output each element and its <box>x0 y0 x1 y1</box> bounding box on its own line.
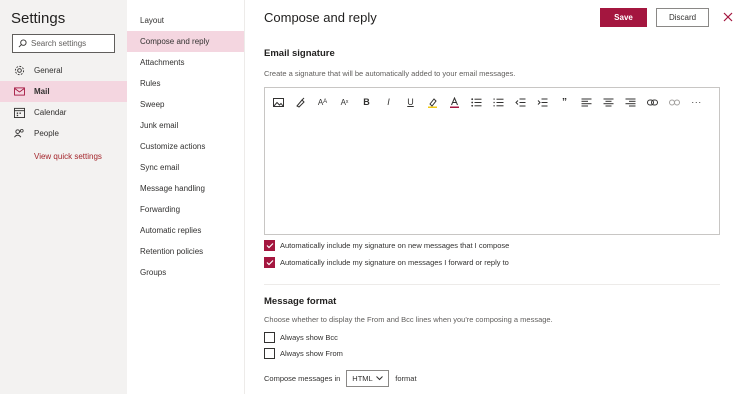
unlink-icon[interactable] <box>669 97 680 108</box>
save-button[interactable]: Save <box>600 8 647 27</box>
message-format-description: Choose whether to display the From and B… <box>264 315 553 324</box>
mail-settings-submenu: Layout Compose and reply Attachments Rul… <box>127 0 245 394</box>
checkbox-checked[interactable] <box>264 257 275 268</box>
font-size-icon[interactable]: AA <box>317 97 328 108</box>
compose-format-select[interactable]: HTML <box>346 370 390 387</box>
always-show-bcc-option[interactable]: Always show Bcc <box>264 332 338 343</box>
submenu-item-retention-policies[interactable]: Retention policies <box>127 241 244 262</box>
checkbox-checked[interactable] <box>264 240 275 251</box>
nav-item-label: General <box>34 66 63 75</box>
submenu-item-layout[interactable]: Layout <box>127 10 244 31</box>
more-icon[interactable]: ··· <box>691 97 702 108</box>
highlight-icon[interactable] <box>427 97 438 108</box>
people-icon <box>13 128 25 140</box>
checkbox-label: Automatically include my signature on me… <box>280 258 509 267</box>
search-icon <box>18 39 27 48</box>
submenu-item-forwarding[interactable]: Forwarding <box>127 199 244 220</box>
submenu-item-attachments[interactable]: Attachments <box>127 52 244 73</box>
nav-item-general[interactable]: General <box>0 60 127 81</box>
signature-editor[interactable]: AA Ax B I U ” ··· <box>264 87 720 235</box>
submenu-item-customize-actions[interactable]: Customize actions <box>127 136 244 157</box>
quote-icon[interactable]: ” <box>559 97 570 108</box>
submenu-item-sync-email[interactable]: Sync email <box>127 157 244 178</box>
align-center-icon[interactable] <box>603 97 614 108</box>
close-icon[interactable] <box>721 10 735 24</box>
bold-icon[interactable]: B <box>361 97 372 108</box>
increase-indent-icon[interactable] <box>537 97 548 108</box>
compose-format-row: Compose messages in HTML format <box>264 370 417 387</box>
mail-icon <box>13 86 25 98</box>
decrease-indent-icon[interactable] <box>515 97 526 108</box>
submenu-item-rules[interactable]: Rules <box>127 73 244 94</box>
always-show-from-option[interactable]: Always show From <box>264 348 343 359</box>
checkbox-unchecked[interactable] <box>264 348 275 359</box>
bullets-icon[interactable] <box>471 97 482 108</box>
submenu-item-sweep[interactable]: Sweep <box>127 94 244 115</box>
view-quick-settings-link[interactable]: View quick settings <box>34 152 102 161</box>
align-right-icon[interactable] <box>625 97 636 108</box>
superscript-icon[interactable]: Ax <box>339 97 350 108</box>
nav-item-label: Calendar <box>34 108 67 117</box>
underline-icon[interactable]: U <box>405 97 416 108</box>
image-icon[interactable] <box>273 97 284 108</box>
compose-format-prefix: Compose messages in <box>264 374 341 383</box>
checkbox-label: Always show Bcc <box>280 333 338 342</box>
search-settings-input[interactable]: Search settings <box>12 34 115 53</box>
email-signature-heading: Email signature <box>264 48 335 59</box>
gear-icon <box>13 65 25 77</box>
numbering-icon[interactable] <box>493 97 504 108</box>
compose-format-suffix: format <box>395 374 417 383</box>
compose-reply-panel: Compose and reply Save Discard Email sig… <box>245 0 740 394</box>
format-painter-icon[interactable] <box>295 97 306 108</box>
nav-item-calendar[interactable]: Calendar <box>0 102 127 123</box>
align-left-icon[interactable] <box>581 97 592 108</box>
font-color-icon[interactable] <box>449 96 460 108</box>
compose-format-value: HTML <box>352 374 373 383</box>
search-placeholder: Search settings <box>31 39 87 48</box>
nav-item-people[interactable]: People <box>0 123 127 144</box>
checkbox-label: Automatically include my signature on ne… <box>280 241 510 250</box>
calendar-icon <box>13 107 25 119</box>
submenu-item-message-handling[interactable]: Message handling <box>127 178 244 199</box>
nav-item-label: People <box>34 129 59 138</box>
checkbox-unchecked[interactable] <box>264 332 275 343</box>
submenu-item-compose-and-reply[interactable]: Compose and reply <box>127 31 244 52</box>
settings-title: Settings <box>11 10 66 27</box>
chevron-down-icon <box>376 376 384 381</box>
message-format-heading: Message format <box>264 296 337 307</box>
signature-forward-reply-option[interactable]: Automatically include my signature on me… <box>264 257 509 268</box>
submenu-item-groups[interactable]: Groups <box>127 262 244 283</box>
checkbox-label: Always show From <box>280 349 343 358</box>
nav-item-mail[interactable]: Mail <box>0 81 127 102</box>
italic-icon[interactable]: I <box>383 97 394 108</box>
signature-new-messages-option[interactable]: Automatically include my signature on ne… <box>264 240 509 251</box>
email-signature-description: Create a signature that will be automati… <box>264 69 516 78</box>
editor-toolbar: AA Ax B I U ” ··· <box>273 95 713 109</box>
discard-button[interactable]: Discard <box>656 8 709 27</box>
link-icon[interactable] <box>647 97 658 108</box>
submenu-item-junk-email[interactable]: Junk email <box>127 115 244 136</box>
section-divider <box>264 284 720 285</box>
nav-item-label: Mail <box>34 87 50 96</box>
page-title: Compose and reply <box>264 10 377 25</box>
settings-nav-pane: Settings Search settings General Mail Ca… <box>0 0 127 394</box>
submenu-item-automatic-replies[interactable]: Automatic replies <box>127 220 244 241</box>
